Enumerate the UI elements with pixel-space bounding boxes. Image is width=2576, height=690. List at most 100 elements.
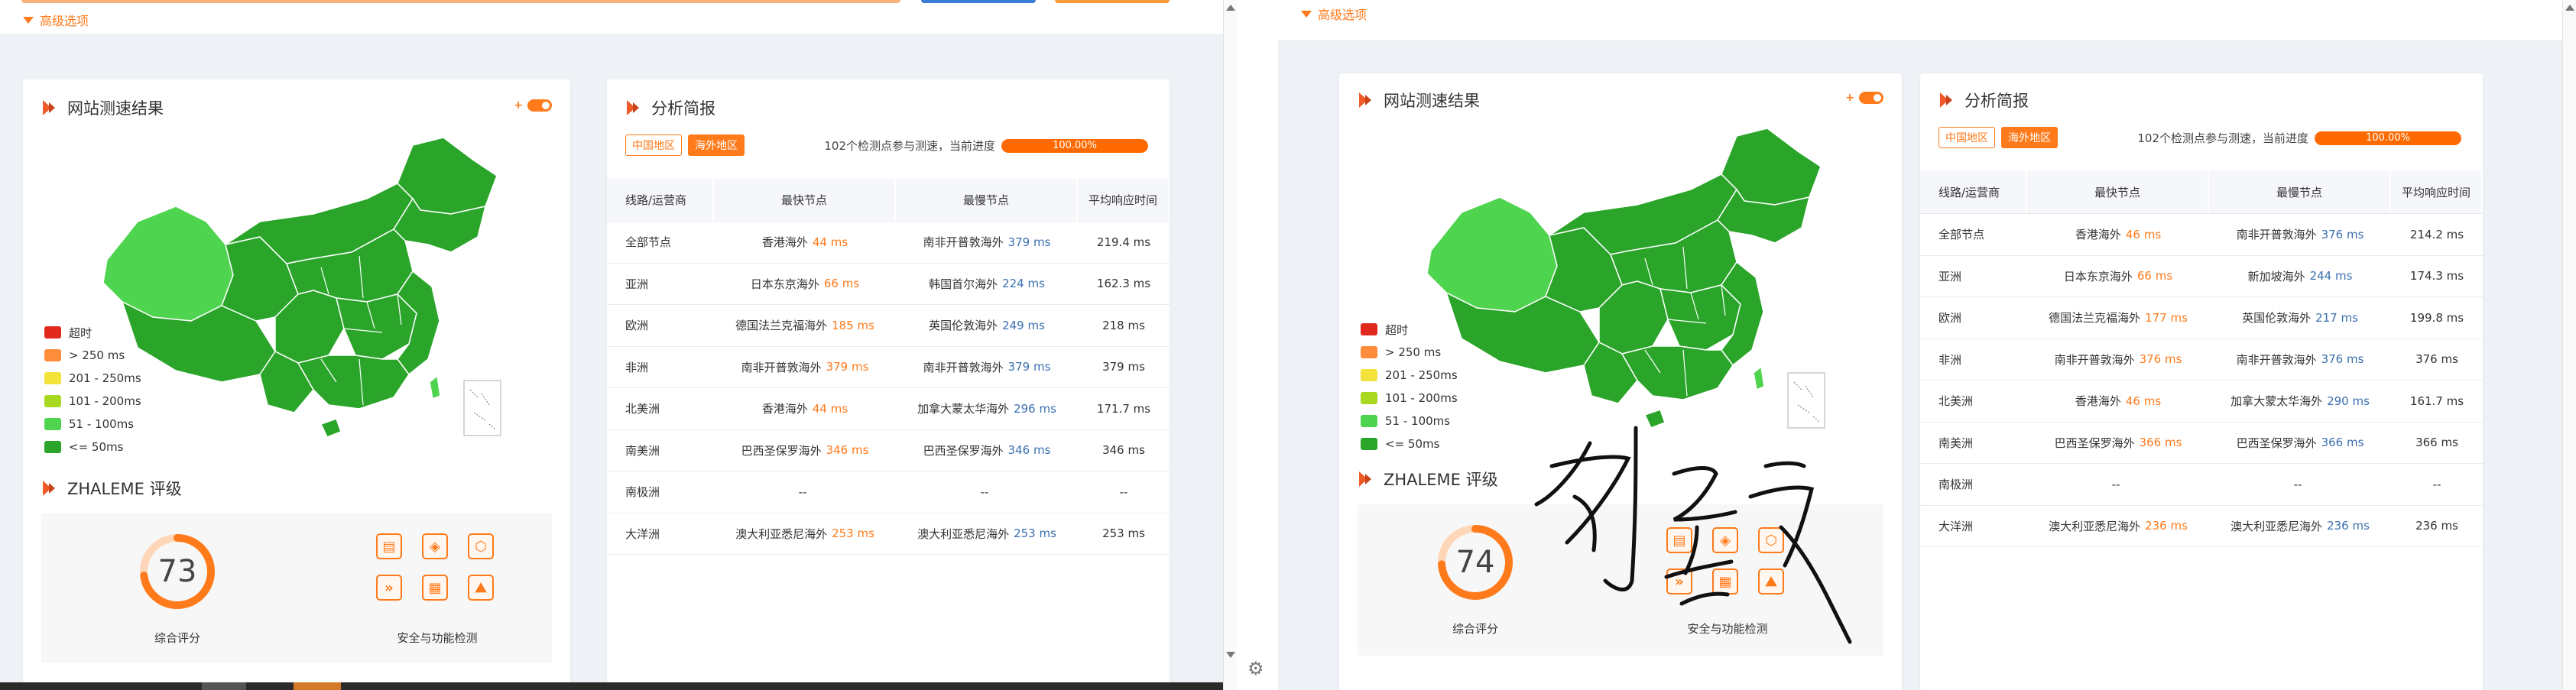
table-row: 南美洲 巴西圣保罗海外 346 ms 巴西圣保罗海外 346 ms 346 ms (607, 430, 1170, 471)
advanced-options-toggle[interactable]: 高级选项 (1301, 5, 1367, 23)
play-arrows-icon (43, 100, 57, 115)
legend-item: 101 - 200ms (1361, 387, 1458, 410)
fastest-node: -- (798, 484, 807, 499)
scroll-up-icon[interactable] (1226, 5, 1235, 11)
analysis-header: 分析简报 (627, 96, 715, 119)
fastest-time: 66 ms (2136, 269, 2173, 283)
row-average: 346 ms (1102, 443, 1145, 458)
rating-title: ZHALEME 评级 (1384, 471, 1498, 489)
map-toggle[interactable]: + (1845, 92, 1883, 104)
taskbar-item[interactable] (294, 682, 341, 690)
row-region: 非洲 (625, 360, 649, 374)
image-icon[interactable]: ⛰ (1758, 569, 1784, 594)
server-shield-icon[interactable]: ▤ (376, 533, 402, 559)
legend-swatch (1361, 415, 1377, 427)
fastest-time: 177 ms (2145, 310, 2188, 325)
row-region: 北美洲 (625, 402, 660, 416)
cube-icon[interactable]: ◈ (1712, 527, 1738, 553)
row-fastest: 南非开普敦海外 376 ms (2027, 339, 2209, 381)
row-slowest: 加拿大蒙太华海外 296 ms (896, 388, 1078, 429)
settings-gear-icon[interactable]: ⚙ (1247, 658, 1264, 679)
top-form-strip: 高级选项 (0, 0, 1237, 35)
row-average: 171.7 ms (1096, 401, 1151, 416)
row-slowest: 南非开普敦海外 376 ms (2209, 339, 2391, 381)
header-average: 平均响应时间 (2391, 171, 2483, 213)
image-icon[interactable]: ⛰ (468, 575, 494, 601)
row-average: 214.2 ms (2409, 227, 2464, 241)
legend-item: 201 - 250ms (1361, 364, 1458, 387)
row-average: 161.7 ms (2409, 394, 2464, 408)
row-average: 219.4 ms (1096, 235, 1151, 249)
taskbar-item[interactable] (202, 682, 246, 690)
analysis-title: 分析简报 (1964, 92, 2029, 110)
row-fastest: 澳大利亚悉尼海外 253 ms (714, 513, 896, 555)
grid-badge-icon[interactable]: ▦ (1712, 569, 1738, 594)
legend-label: 超时 (1385, 322, 1409, 337)
right-scrollbar[interactable] (2562, 0, 2576, 690)
legend-item: 超时 (44, 321, 141, 344)
slowest-time: 244 ms (2309, 269, 2353, 283)
share-button-edge[interactable] (1055, 0, 1170, 3)
tab-china[interactable]: 中国地区 (1938, 127, 1995, 148)
legend-swatch (44, 395, 61, 407)
slowest-node: 加拿大蒙太华海外 (917, 402, 1010, 416)
tab-china[interactable]: 中国地区 (625, 134, 682, 156)
fastest-node: 德国法兰克福海外 (735, 319, 828, 333)
scroll-up-icon[interactable] (2565, 5, 2574, 11)
speed-icon[interactable]: » (376, 575, 402, 601)
fastest-time: 376 ms (2139, 352, 2182, 367)
row-slowest: 澳大利亚悉尼海外 236 ms (2209, 506, 2391, 547)
score-label: 综合评分 (1452, 622, 1498, 636)
hexagon-shield-icon[interactable]: ⬡ (1758, 527, 1784, 553)
slowest-time: 346 ms (1007, 443, 1051, 458)
row-region: 南极洲 (625, 485, 660, 500)
row-fastest: 香港海外 44 ms (714, 222, 896, 263)
fastest-node: 香港海外 (2075, 394, 2121, 409)
header-region: 线路/运营商 (607, 179, 714, 221)
tab-overseas[interactable]: 海外地区 (2001, 127, 2058, 148)
slowest-node: 新加坡海外 (2247, 269, 2305, 283)
left-scrollbar[interactable] (1223, 0, 1237, 690)
security-label: 安全与功能检测 (397, 631, 478, 645)
url-input-edge[interactable] (21, 0, 900, 3)
speed-table: 线路/运营商 最快节点 最慢节点 平均响应时间 全部节点 香港海外 44 ms 南非开… (607, 179, 1170, 555)
advanced-options-toggle[interactable]: 高级选项 (23, 11, 89, 29)
caret-down-icon (1301, 10, 1312, 18)
toggle-switch[interactable] (1859, 92, 1883, 104)
grid-badge-icon[interactable]: ▦ (422, 575, 448, 601)
scroll-down-icon[interactable] (1226, 652, 1235, 658)
row-slowest: 加拿大蒙太华海外 290 ms (2209, 381, 2391, 422)
row-fastest: 德国法兰克福海外 185 ms (714, 305, 896, 346)
legend-item: 51 - 100ms (1361, 410, 1458, 432)
legend-label: 101 - 200ms (69, 394, 141, 408)
fastest-node: 香港海外 (761, 402, 808, 416)
score-label: 综合评分 (154, 631, 200, 645)
fastest-time: 46 ms (2125, 227, 2162, 241)
legend-swatch (44, 372, 61, 384)
fastest-node: -- (2111, 477, 2120, 491)
row-slowest: -- (896, 471, 1078, 513)
speed-icon[interactable]: » (1666, 569, 1692, 594)
toggle-switch[interactable] (527, 99, 552, 112)
row-average: -- (2432, 477, 2441, 491)
rating-title: ZHALEME 评级 (67, 480, 182, 498)
hexagon-shield-icon[interactable]: ⬡ (468, 533, 494, 559)
legend-label: 201 - 250ms (69, 371, 141, 385)
progress-value: 100.00% (1053, 140, 1097, 151)
score-value: 73 (157, 554, 197, 589)
map-toggle[interactable]: + (514, 99, 552, 112)
cube-icon[interactable]: ◈ (422, 533, 448, 559)
test-button-edge[interactable] (921, 0, 1036, 3)
row-average: 253 ms (1102, 526, 1145, 541)
server-shield-icon[interactable]: ▤ (1666, 527, 1692, 553)
plus-icon: + (514, 99, 523, 112)
legend-swatch (1361, 369, 1377, 381)
row-region: 欧洲 (1938, 311, 1962, 326)
row-slowest: 澳大利亚悉尼海外 253 ms (896, 513, 1078, 555)
row-region: 大洋洲 (625, 526, 660, 541)
legend-item: <= 50ms (44, 436, 141, 458)
legend-item: 51 - 100ms (44, 413, 141, 436)
speed-panel-header: 网站测速结果 (43, 96, 164, 119)
tab-overseas[interactable]: 海外地区 (688, 134, 745, 156)
slowest-time: 379 ms (1007, 360, 1051, 374)
